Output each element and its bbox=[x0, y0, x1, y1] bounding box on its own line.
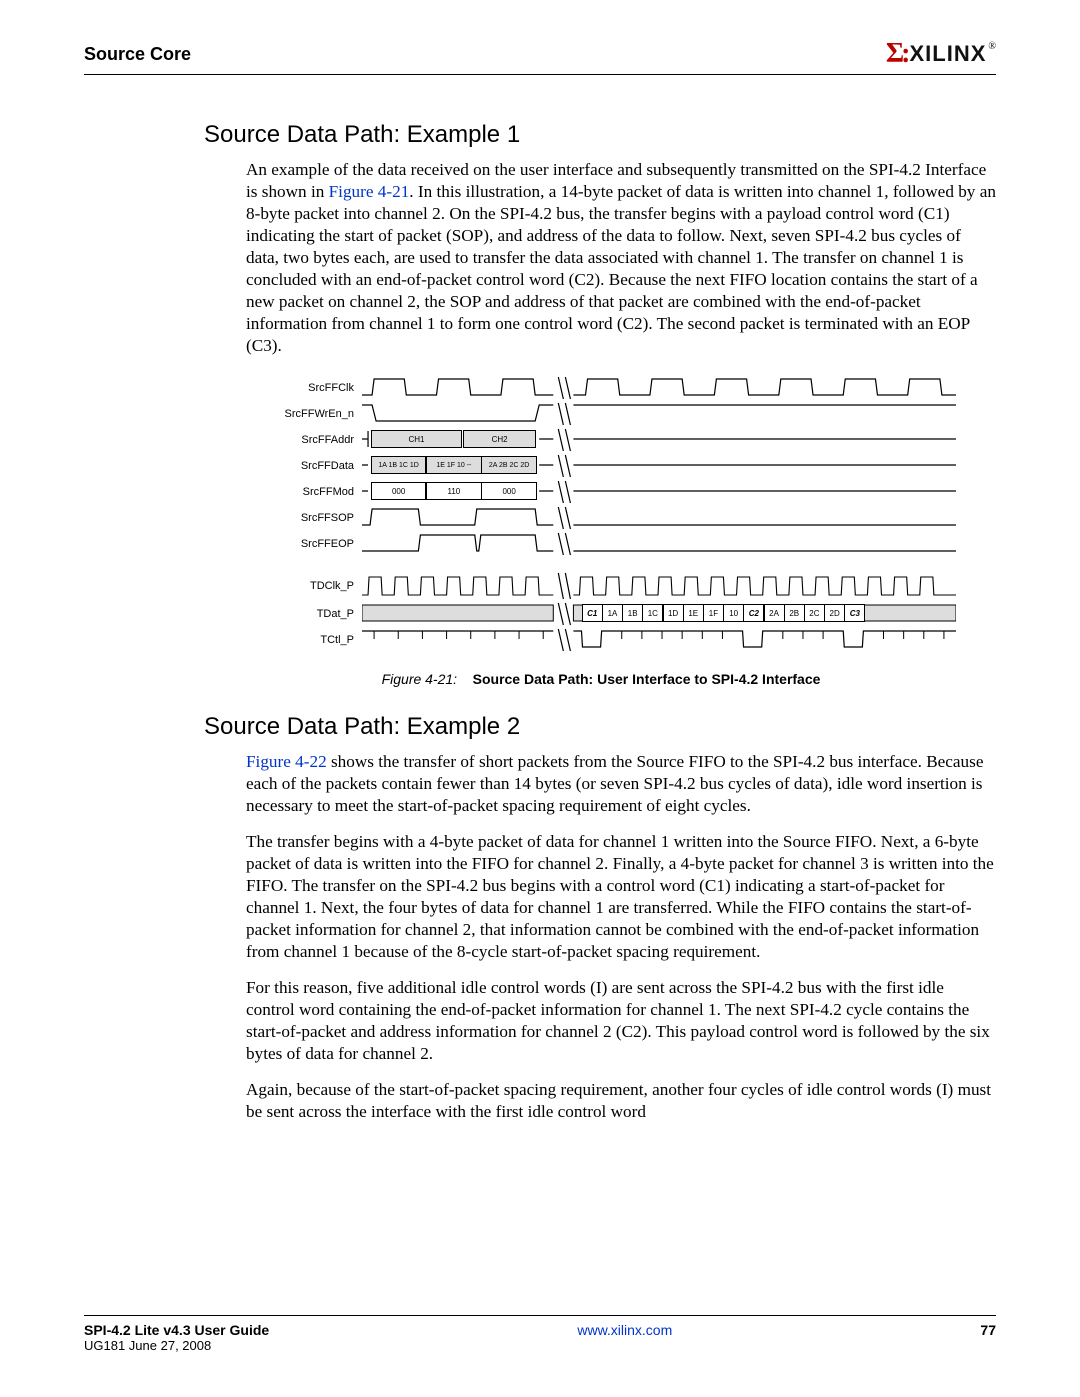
data-d3: 2A 2B 2C 2D bbox=[481, 456, 536, 474]
row-srcffclk: SrcFFClk bbox=[246, 375, 956, 401]
label-srcffeop: SrcFFEOP bbox=[246, 538, 362, 550]
figure-number: Figure 4-21: bbox=[382, 671, 457, 687]
tdat-2d: 2D bbox=[824, 604, 845, 622]
footer-doc-id: UG181 June 27, 2008 bbox=[84, 1338, 269, 1353]
data-d2: 1E 1F 10 -- bbox=[426, 456, 481, 474]
para-ex2-2: The transfer begins with a 4-byte packet… bbox=[246, 831, 996, 963]
page-footer: SPI-4.2 Lite v4.3 User Guide UG181 June … bbox=[84, 1315, 996, 1353]
label-tdat: TDat_P bbox=[246, 608, 362, 620]
label-srcffclk: SrcFFClk bbox=[246, 382, 362, 394]
figure-title: Source Data Path: User Interface to SPI-… bbox=[473, 671, 821, 687]
label-srcffsop: SrcFFSOP bbox=[246, 512, 362, 524]
label-srcffwren: SrcFFWrEn_n bbox=[246, 408, 362, 420]
para-ex2-3: For this reason, five additional idle co… bbox=[246, 977, 996, 1065]
footer-left: SPI-4.2 Lite v4.3 User Guide UG181 June … bbox=[84, 1322, 269, 1353]
wave-srcffsop bbox=[362, 505, 956, 531]
label-srcffmod: SrcFFMod bbox=[246, 486, 362, 498]
row-srcffwren: SrcFFWrEn_n bbox=[246, 401, 956, 427]
tdat-1d: 1D bbox=[663, 604, 684, 622]
section-title: Source Core bbox=[84, 44, 191, 65]
logo-registered: ® bbox=[988, 41, 996, 52]
addr-ch2: CH2 bbox=[463, 430, 536, 448]
figure-link-4-22[interactable]: Figure 4-22 bbox=[246, 752, 327, 771]
row-tdclk: TDClk_P bbox=[246, 571, 956, 601]
tdat-2b: 2B bbox=[784, 604, 805, 622]
heading-example-1: Source Data Path: Example 1 bbox=[204, 121, 996, 149]
row-tdat: TDat_P C1 1A 1B 1C 1D 1E 1F 10 C2 2A 2B … bbox=[246, 601, 956, 627]
footer-page-number: 77 bbox=[980, 1322, 996, 1338]
tdat-1c: 1C bbox=[642, 604, 663, 622]
figure-4-21: SrcFFClk SrcFFWrEn_n SrcFFAddr bbox=[246, 375, 956, 687]
row-srcffeop: SrcFFEOP bbox=[246, 531, 956, 557]
row-srcffsop: SrcFFSOP bbox=[246, 505, 956, 531]
label-tdclk: TDClk_P bbox=[246, 580, 362, 592]
wave-srcffmod: 000 110 000 bbox=[362, 479, 956, 505]
footer-url[interactable]: www.xilinx.com bbox=[577, 1322, 672, 1338]
row-tctl: TCtl_P bbox=[246, 627, 956, 653]
para-ex2-4: Again, because of the start-of-packet sp… bbox=[246, 1079, 996, 1123]
tdat-1a: 1A bbox=[602, 604, 623, 622]
tdat-1b: 1B bbox=[622, 604, 643, 622]
row-srcffaddr: SrcFFAddr CH1 CH2 bbox=[246, 427, 956, 453]
data-d1: 1A 1B 1C 1D bbox=[371, 456, 426, 474]
wave-srcffaddr: CH1 CH2 bbox=[362, 427, 956, 453]
tdat-10: 10 bbox=[723, 604, 744, 622]
figure-caption: Figure 4-21: Source Data Path: User Inte… bbox=[246, 671, 956, 687]
tdat-1f: 1F bbox=[703, 604, 724, 622]
label-tctl: TCtl_P bbox=[246, 634, 362, 646]
tdat-c3: C3 bbox=[844, 604, 865, 622]
para-example-1: An example of the data received on the u… bbox=[246, 159, 996, 357]
wave-srcffwren bbox=[362, 401, 956, 427]
para-ex2-1: Figure 4-22 shows the transfer of short … bbox=[246, 751, 996, 817]
tdat-2c: 2C bbox=[804, 604, 825, 622]
page: Source Core Σ: XILINX ® Source Data Path… bbox=[0, 0, 1080, 1397]
tdat-c2: C2 bbox=[743, 604, 764, 622]
footer-doc-title: SPI-4.2 Lite v4.3 User Guide bbox=[84, 1322, 269, 1338]
tdat-c1: C1 bbox=[582, 604, 603, 622]
wave-srcffdata: 1A 1B 1C 1D 1E 1F 10 -- 2A 2B 2C 2D bbox=[362, 453, 956, 479]
wave-tdat: C1 1A 1B 1C 1D 1E 1F 10 C2 2A 2B 2C 2D C… bbox=[362, 601, 956, 627]
para-ex2-1-text: shows the transfer of short packets from… bbox=[246, 752, 983, 815]
wave-tdclk bbox=[362, 571, 956, 601]
heading-example-2: Source Data Path: Example 2 bbox=[204, 713, 996, 741]
xilinx-logo: Σ: XILINX ® bbox=[886, 38, 996, 70]
tdat-2a: 2A bbox=[764, 604, 785, 622]
row-srcffmod: SrcFFMod 000 110 000 bbox=[246, 479, 956, 505]
figure-link-4-21[interactable]: Figure 4-21 bbox=[329, 182, 410, 201]
label-srcffdata: SrcFFData bbox=[246, 460, 362, 472]
mod-m1: 000 bbox=[371, 482, 426, 500]
mod-m3: 000 bbox=[481, 482, 536, 500]
tdat-1e: 1E bbox=[683, 604, 704, 622]
logo-text: XILINX bbox=[909, 41, 986, 67]
label-srcffaddr: SrcFFAddr bbox=[246, 434, 362, 446]
wave-tctl bbox=[362, 627, 956, 653]
wave-srcffclk bbox=[362, 375, 956, 401]
logo-sigma-icon: Σ: bbox=[886, 38, 908, 70]
row-srcffdata: SrcFFData 1A 1B 1C 1D 1E 1F 10 -- 2A 2B … bbox=[246, 453, 956, 479]
page-header: Source Core Σ: XILINX ® bbox=[84, 38, 996, 75]
wave-srcffeop bbox=[362, 531, 956, 557]
mod-m2: 110 bbox=[426, 482, 481, 500]
para-1b: . In this illustration, a 14-byte packet… bbox=[246, 182, 996, 355]
addr-ch1: CH1 bbox=[371, 430, 462, 448]
